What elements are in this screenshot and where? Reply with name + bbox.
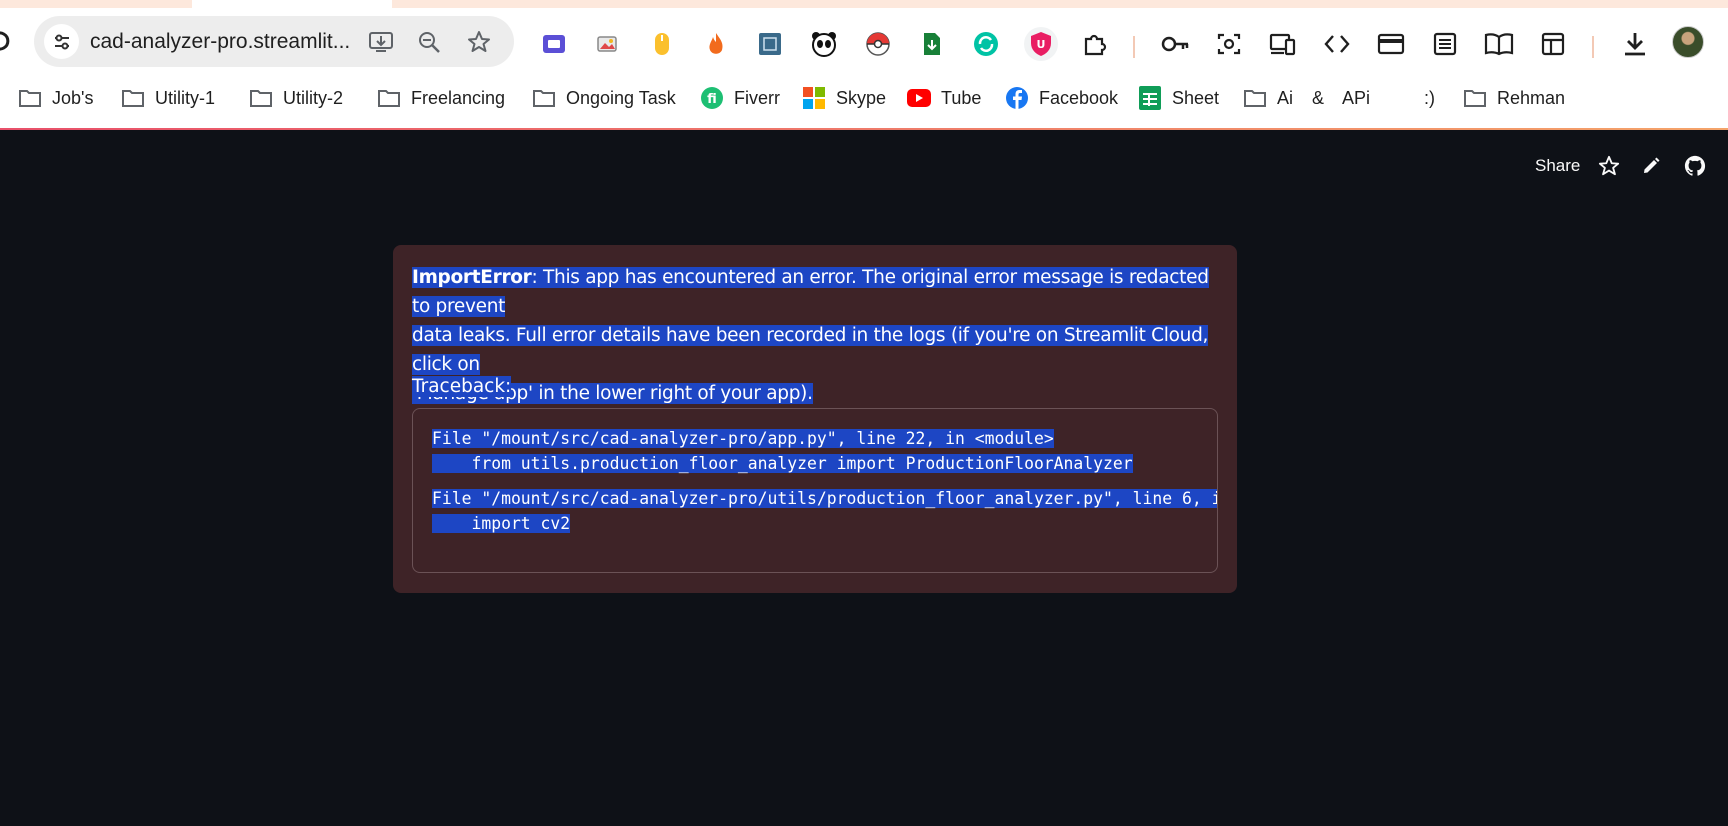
- bookmark-utility-1[interactable]: Utility-1: [121, 84, 215, 112]
- bookmark-label: Facebook: [1039, 87, 1119, 108]
- toolbar-separator: [1133, 36, 1135, 58]
- browser-chrome: cad-analyzer-pro.streamlit... U Job's Ut…: [0, 0, 1728, 130]
- fiverr-icon: fi: [700, 87, 724, 109]
- toolbar-separator: [1592, 36, 1594, 58]
- bookmark-label: Ai & APi: [1277, 87, 1371, 108]
- traceback-line-text: File "/mount/src/cad-analyzer-pro/app.py…: [432, 429, 1054, 448]
- bookmark-facebook[interactable]: Facebook: [1005, 84, 1118, 112]
- bookmark-label: Fiverr: [734, 87, 780, 108]
- flame-icon[interactable]: [701, 29, 731, 59]
- bookmark-utility-2[interactable]: Utility-2: [249, 84, 343, 112]
- folder-icon: [249, 87, 273, 109]
- shield-mail-icon[interactable]: [539, 29, 569, 59]
- bookmark-freelancing[interactable]: Freelancing: [377, 84, 505, 112]
- bookmark-skype[interactable]: Skype: [802, 84, 886, 112]
- folder-icon: [377, 87, 401, 109]
- ublock-icon[interactable]: U: [1024, 27, 1058, 61]
- svg-text:U: U: [1037, 38, 1046, 51]
- bookmark-rehman[interactable]: Rehman: [1463, 84, 1565, 112]
- downloads-icon[interactable]: [1620, 29, 1650, 59]
- url-text[interactable]: cad-analyzer-pro.streamlit...: [90, 30, 350, 54]
- error-message: ImportError: This app has encountered an…: [412, 263, 1212, 408]
- bookmarks-bar: Job's Utility-1 Utility-2 Freelancing On…: [0, 80, 1728, 116]
- mouse-icon[interactable]: [647, 29, 677, 59]
- traceback-line: File "/mount/src/cad-analyzer-pro/app.py…: [432, 426, 1054, 451]
- bookmark-label: Ongoing Task: [566, 87, 676, 108]
- traceback-label: Traceback:: [412, 372, 512, 401]
- profile-avatar[interactable]: [1672, 26, 1704, 58]
- reload-icon[interactable]: [0, 30, 10, 52]
- bookmark-jobs[interactable]: Job's: [18, 84, 93, 112]
- screenshot-icon[interactable]: [1214, 29, 1244, 59]
- bookmark-ai-api[interactable]: Ai & APi: [1243, 84, 1370, 112]
- reading-mode-icon[interactable]: [1484, 29, 1514, 59]
- address-bar[interactable]: cad-analyzer-pro.streamlit...: [34, 16, 514, 67]
- traceback-line: from utils.production_floor_analyzer imp…: [432, 451, 1133, 476]
- error-message-line-1: : This app has encountered an error. The…: [412, 267, 1209, 317]
- traceback-line-text: File "/mount/src/cad-analyzer-pro/utils/…: [432, 489, 1217, 508]
- share-button[interactable]: Share: [1535, 156, 1580, 176]
- bookmark-fiverr[interactable]: fi Fiverr: [700, 84, 780, 112]
- payment-card-icon[interactable]: [1376, 29, 1406, 59]
- pokeball-icon[interactable]: [863, 29, 893, 59]
- github-icon[interactable]: [1683, 154, 1707, 178]
- side-panel-icon[interactable]: [1538, 29, 1568, 59]
- edit-pencil-icon[interactable]: [1639, 154, 1663, 178]
- traceback-line: File "/mount/src/cad-analyzer-pro/utils/…: [432, 486, 1217, 511]
- zoom-icon[interactable]: [416, 29, 442, 55]
- exception-alert: ImportError: This app has encountered an…: [393, 245, 1237, 593]
- device-toolbar-icon[interactable]: [1268, 29, 1298, 59]
- folder-icon: [18, 87, 42, 109]
- install-app-icon[interactable]: [368, 29, 394, 55]
- folder-icon: [121, 87, 145, 109]
- streamlit-app: Share ImportError: This app has encounte…: [0, 130, 1728, 826]
- svg-text:fi: fi: [707, 92, 717, 107]
- error-message-line-2: data leaks. Full error details have been…: [412, 325, 1209, 375]
- traceback-line-text: from utils.production_floor_analyzer imp…: [432, 454, 1133, 473]
- code-icon[interactable]: [1322, 29, 1352, 59]
- key-icon[interactable]: [1160, 29, 1190, 59]
- bookmark-label: Freelancing: [411, 87, 506, 108]
- panda-icon[interactable]: [809, 29, 839, 59]
- youtube-icon: [907, 87, 931, 109]
- traceback-line: import cv2: [432, 511, 571, 536]
- traceback-label-text: Traceback:: [412, 376, 512, 397]
- sheets-icon: [1138, 86, 1162, 110]
- bookmark-label: Job's: [52, 87, 94, 108]
- browser-toolbar: cad-analyzer-pro.streamlit... U: [0, 8, 1728, 78]
- puzzle-icon[interactable]: [1080, 29, 1110, 59]
- bookmark-label: Utility-2: [283, 87, 344, 108]
- bookmark-smiley[interactable]: :): [1424, 84, 1435, 112]
- bookmark-sheet[interactable]: Sheet: [1138, 84, 1219, 112]
- site-settings-icon[interactable]: [44, 24, 79, 59]
- gallery-icon[interactable]: [593, 29, 623, 59]
- folder-icon: [1243, 87, 1267, 109]
- list-icon[interactable]: [1430, 29, 1460, 59]
- bookmark-label: :): [1424, 87, 1435, 108]
- bookmark-ongoing-task[interactable]: Ongoing Task: [532, 84, 676, 112]
- download-arrow-icon[interactable]: [917, 29, 947, 59]
- error-type: ImportError: [412, 267, 532, 288]
- traceback-code-block: File "/mount/src/cad-analyzer-pro/app.py…: [412, 408, 1218, 573]
- folder-icon: [1463, 87, 1487, 109]
- active-tab-edge: [192, 0, 392, 8]
- star-icon[interactable]: [1597, 154, 1621, 178]
- sync-icon[interactable]: [971, 29, 1001, 59]
- bookmark-tube[interactable]: Tube: [907, 84, 981, 112]
- bookmark-label: Utility-1: [155, 87, 216, 108]
- microsoft-icon: [802, 87, 826, 109]
- facebook-icon: [1005, 87, 1029, 109]
- tab-strip: [0, 0, 1728, 8]
- calculator-icon[interactable]: [755, 29, 785, 59]
- bookmark-label: Skype: [836, 87, 887, 108]
- bookmark-label: Sheet: [1172, 87, 1220, 108]
- bookmark-label: Rehman: [1497, 87, 1566, 108]
- folder-icon: [532, 87, 556, 109]
- bookmark-label: Tube: [941, 87, 982, 108]
- traceback-line-text: import cv2: [432, 514, 571, 533]
- bookmark-star-icon[interactable]: [466, 29, 492, 55]
